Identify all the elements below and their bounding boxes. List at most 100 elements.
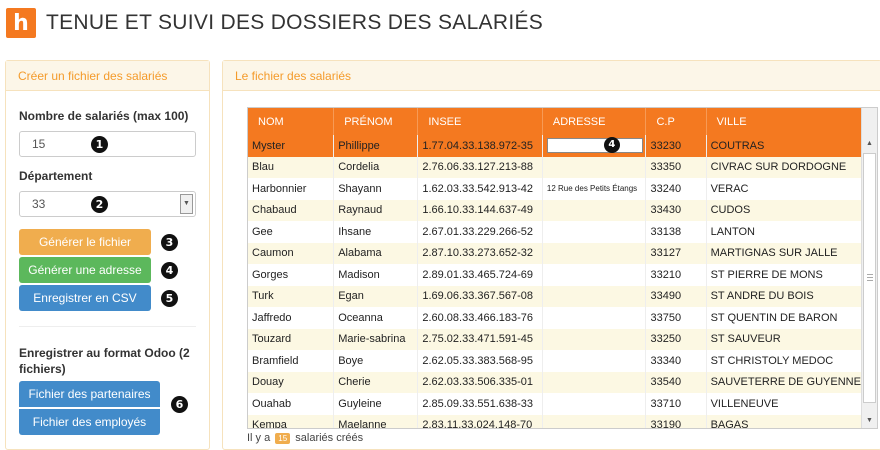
cell-prenom[interactable]: Phillippe — [333, 135, 419, 157]
cell-insee[interactable]: 1.77.04.33.138.972-35 — [417, 135, 543, 157]
table-scrollbar[interactable]: ▲ ▼ — [861, 108, 877, 428]
table-row[interactable]: Harbonnier Shayann 1.62.03.33.542.913-42 12… — [248, 178, 863, 200]
cell-prenom[interactable]: Marie-sabrina — [333, 328, 419, 350]
table-row[interactable]: Chabaud Raynaud 1.66.10.33.144.637-49 33430… — [248, 199, 863, 221]
cell-adresse[interactable] — [542, 242, 647, 264]
column-header-insee[interactable]: INSEE — [417, 108, 543, 135]
cell-insee[interactable]: 2.75.02.33.471.591-45 — [417, 328, 543, 350]
cell-adresse[interactable]: 12 Rue des Petits Étangs — [542, 178, 647, 200]
cell-cp[interactable]: 33127 — [645, 242, 707, 264]
cell-prenom[interactable]: Cherie — [333, 371, 419, 393]
cell-ville[interactable]: BAGAS — [706, 414, 863, 428]
column-header-adresse[interactable]: ADRESSE — [542, 108, 647, 135]
cell-nom[interactable]: Touzard — [248, 328, 335, 350]
cell-nom[interactable]: Jaffredo — [248, 307, 335, 329]
cell-ville[interactable]: CIVRAC SUR DORDOGNE — [706, 156, 863, 178]
cell-insee[interactable]: 1.69.06.33.367.567-08 — [417, 285, 543, 307]
cell-ville[interactable]: COUTRAS — [706, 135, 863, 157]
cell-cp[interactable]: 33250 — [645, 328, 707, 350]
column-header-ville[interactable]: VILLE — [706, 108, 863, 135]
cell-adresse[interactable] — [542, 264, 647, 286]
cell-ville[interactable]: LANTON — [706, 221, 863, 243]
cell-cp[interactable]: 33340 — [645, 350, 707, 372]
cell-nom[interactable]: Myster — [248, 135, 335, 157]
column-header-prenom[interactable]: PRÉNOM — [333, 108, 419, 135]
cell-nom[interactable]: Caumon — [248, 242, 335, 264]
employees-file-button[interactable]: Fichier des employés — [19, 409, 160, 435]
cell-prenom[interactable]: Oceanna — [333, 307, 419, 329]
table-row[interactable]: Bramfield Boye 2.62.05.33.383.568-95 33340 S… — [248, 350, 863, 372]
cell-insee[interactable]: 2.87.10.33.273.652-32 — [417, 242, 543, 264]
cell-adresse[interactable] — [542, 221, 647, 243]
cell-cp[interactable]: 33190 — [645, 414, 707, 428]
cell-ville[interactable]: SAUVETERRE DE GUYENNE — [706, 371, 863, 393]
cell-nom[interactable]: Gorges — [248, 264, 335, 286]
cell-cp[interactable]: 33540 — [645, 371, 707, 393]
table-row[interactable]: Myster Phillippe 1.77.04.33.138.972-35 4 332… — [248, 135, 863, 157]
cell-insee[interactable]: 2.62.03.33.506.335-01 — [417, 371, 543, 393]
cell-nom[interactable]: Ouahab — [248, 393, 335, 415]
cell-adresse[interactable] — [542, 414, 647, 428]
table-row[interactable]: Caumon Alabama 2.87.10.33.273.652-32 33127 M… — [248, 242, 863, 264]
table-row[interactable]: Ouahab Guyleine 2.85.09.33.551.638-33 33710… — [248, 393, 863, 415]
cell-adresse[interactable] — [542, 328, 647, 350]
generate-file-button[interactable]: Générer le fichier — [19, 229, 151, 255]
cell-nom[interactable]: Turk — [248, 285, 335, 307]
cell-cp[interactable]: 33490 — [645, 285, 707, 307]
cell-insee[interactable]: 2.62.05.33.383.568-95 — [417, 350, 543, 372]
cell-ville[interactable]: CUDOS — [706, 199, 863, 221]
cell-nom[interactable]: Douay — [248, 371, 335, 393]
cell-insee[interactable]: 2.83.11.33.024.148-70 — [417, 414, 543, 428]
cell-prenom[interactable]: Egan — [333, 285, 419, 307]
table-row[interactable]: Douay Cherie 2.62.03.33.506.335-01 33540 SAU… — [248, 371, 863, 393]
cell-prenom[interactable]: Shayann — [333, 178, 419, 200]
scroll-up-icon[interactable]: ▲ — [862, 136, 877, 151]
cell-prenom[interactable]: Ihsane — [333, 221, 419, 243]
cell-nom[interactable]: Gee — [248, 221, 335, 243]
cell-cp[interactable]: 33710 — [645, 393, 707, 415]
cell-ville[interactable]: ST ANDRE DU BOIS — [706, 285, 863, 307]
table-row[interactable]: Jaffredo Oceanna 2.60.08.33.466.183-76 3375… — [248, 307, 863, 329]
cell-adresse[interactable] — [542, 156, 647, 178]
cell-ville[interactable]: ST PIERRE DE MONS — [706, 264, 863, 286]
cell-nom[interactable]: Bramfield — [248, 350, 335, 372]
column-header-cp[interactable]: C.P — [645, 108, 707, 135]
cell-prenom[interactable]: Maelanne — [333, 414, 419, 428]
cell-cp[interactable]: 33430 — [645, 199, 707, 221]
cell-nom[interactable]: Harbonnier — [248, 178, 335, 200]
cell-adresse[interactable] — [542, 371, 647, 393]
table-row[interactable]: Kempa Maelanne 2.83.11.33.024.148-70 33190 B… — [248, 414, 863, 428]
cell-adresse[interactable] — [542, 199, 647, 221]
cell-nom[interactable]: Blau — [248, 156, 335, 178]
cell-ville[interactable]: ST QUENTIN DE BARON — [706, 307, 863, 329]
address-edit-input[interactable]: 4 — [546, 137, 643, 154]
cell-ville[interactable]: MARTIGNAS SUR JALLE — [706, 242, 863, 264]
cell-adresse[interactable]: 4 — [542, 135, 647, 157]
chevron-down-icon[interactable]: ▼ — [180, 194, 193, 214]
cell-cp[interactable]: 33230 — [645, 135, 707, 157]
cell-ville[interactable]: VERAC — [706, 178, 863, 200]
cell-cp[interactable]: 33750 — [645, 307, 707, 329]
cell-insee[interactable]: 2.67.01.33.229.266-52 — [417, 221, 543, 243]
cell-cp[interactable]: 33240 — [645, 178, 707, 200]
cell-prenom[interactable]: Guyleine — [333, 393, 419, 415]
cell-nom[interactable]: Chabaud — [248, 199, 335, 221]
cell-adresse[interactable] — [542, 393, 647, 415]
table-row[interactable]: Turk Egan 1.69.06.33.367.567-08 33490 ST AND… — [248, 285, 863, 307]
column-header-nom[interactable]: NOM — [248, 108, 335, 135]
cell-prenom[interactable]: Boye — [333, 350, 419, 372]
cell-prenom[interactable]: Raynaud — [333, 199, 419, 221]
table-row[interactable]: Blau Cordelia 2.76.06.33.127.213-88 33350 CI… — [248, 156, 863, 178]
cell-insee[interactable]: 2.89.01.33.465.724-69 — [417, 264, 543, 286]
cell-adresse[interactable] — [542, 350, 647, 372]
cell-insee[interactable]: 2.85.09.33.551.638-33 — [417, 393, 543, 415]
scroll-down-icon[interactable]: ▼ — [862, 413, 877, 428]
cell-cp[interactable]: 33138 — [645, 221, 707, 243]
table-row[interactable]: Gorges Madison 2.89.01.33.465.724-69 33210 S… — [248, 264, 863, 286]
cell-cp[interactable]: 33210 — [645, 264, 707, 286]
cell-ville[interactable]: ST CHRISTOLY MEDOC — [706, 350, 863, 372]
cell-nom[interactable]: Kempa — [248, 414, 335, 428]
cell-ville[interactable]: ST SAUVEUR — [706, 328, 863, 350]
cell-adresse[interactable] — [542, 285, 647, 307]
cell-insee[interactable]: 2.76.06.33.127.213-88 — [417, 156, 543, 178]
